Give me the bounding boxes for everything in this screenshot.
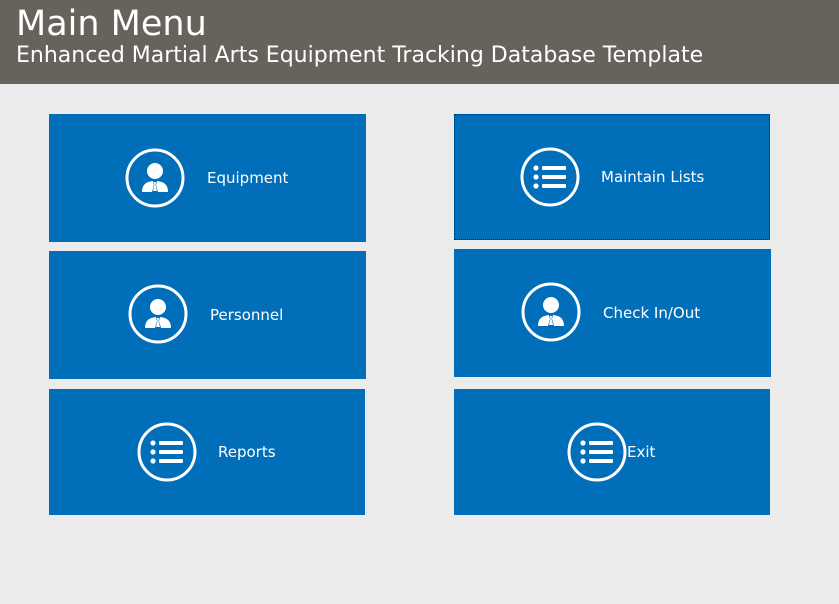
person-icon [521,282,581,342]
page-subtitle: Enhanced Martial Arts Equipment Tracking… [16,43,704,68]
list-icon [567,422,627,482]
exit-label: Exit [627,443,656,461]
page-title: Main Menu [16,4,207,44]
exit-button[interactable]: Exit [454,389,770,515]
person-icon [128,284,188,344]
list-icon [137,422,197,482]
person-icon [125,148,185,208]
equipment-button[interactable]: Equipment [49,114,366,242]
reports-label: Reports [218,443,276,461]
check-in-out-label: Check In/Out [603,304,701,322]
list-icon [520,147,580,207]
personnel-label: Personnel [210,306,284,324]
equipment-label: Equipment [207,169,289,187]
header-bar: Main Menu Enhanced Martial Arts Equipmen… [0,0,839,84]
maintain-lists-label: Maintain Lists [601,168,705,186]
reports-button[interactable]: Reports [49,389,365,515]
check-in-out-button[interactable]: Check In/Out [454,249,771,377]
personnel-button[interactable]: Personnel [49,251,366,379]
maintain-lists-button[interactable]: Maintain Lists [454,114,770,240]
